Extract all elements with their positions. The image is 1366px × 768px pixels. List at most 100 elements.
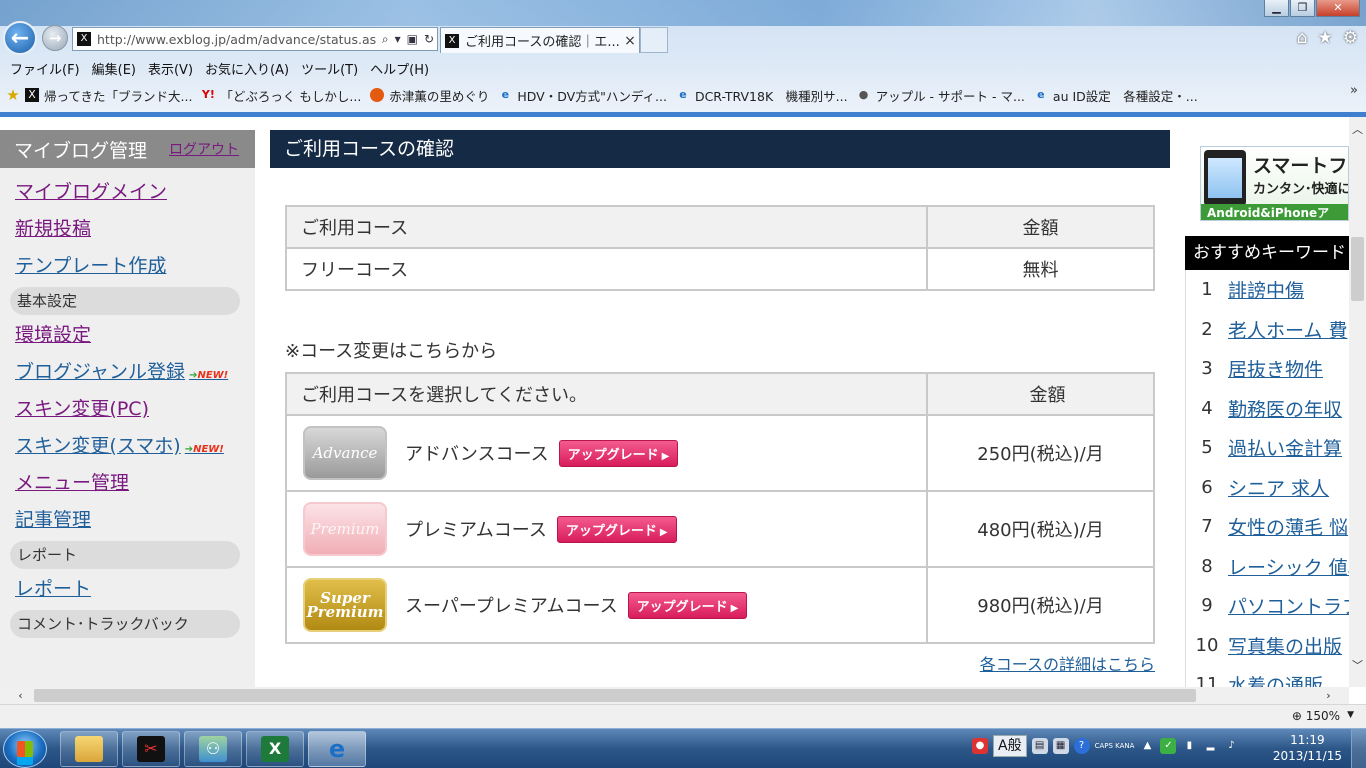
explorer-folder-icon[interactable] [60,731,118,767]
keyword-item[interactable]: 2 老人ホーム 費 [1186,310,1349,350]
dropdown-caret-icon[interactable]: ▾ [392,32,404,46]
keyword-link[interactable]: 老人ホーム 費 [1228,316,1347,343]
zoom-level[interactable]: ⊕ 150% [1292,709,1340,723]
sidebar-item-articles[interactable]: 記事管理 [0,502,255,539]
sidebar-item-skin-smartphone[interactable]: スキン変更(スマホ) ➔NEW! [0,428,255,465]
maximize-button[interactable]: ❐ [1290,0,1315,17]
excel-icon[interactable]: X [246,731,304,767]
favorite-item[interactable]: e HDV・DV方式"ハンディ... [498,86,667,105]
sidebar-item-template[interactable]: テンプレート作成 [0,248,255,285]
ie-icon[interactable]: e [308,731,366,767]
sidebar-item-blog-main[interactable]: マイブログメイン [0,174,255,211]
clock[interactable]: 11:19 2013/11/15 [1273,732,1342,764]
favorite-item[interactable]: Y! 「どぶろっく もしかし... [201,86,361,105]
keyword-link[interactable]: 居抜き物件 [1228,355,1323,382]
upgrade-button-premium[interactable]: アップグレード ▶ [556,515,677,543]
scroll-down-icon[interactable]: ﹀ [1349,657,1366,674]
vertical-scroll-thumb[interactable] [1351,237,1364,301]
keyword-item[interactable]: 11 水着の通販 [1186,665,1349,687]
new-tab-button[interactable] [640,27,668,53]
favorites-more-chevron-icon[interactable]: » [1350,83,1358,98]
scroll-up-icon[interactable]: ︿ [1349,121,1366,138]
keyword-rank: 3 [1201,358,1213,380]
back-button[interactable]: ← [3,21,37,55]
exblog-app-icon[interactable]: ✂ [122,731,180,767]
tab-close-button[interactable]: × [621,33,639,49]
tray-app-icon[interactable]: ✓ [1160,738,1177,754]
keyword-link[interactable]: 女性の薄毛 悩 [1228,513,1348,540]
sidebar-item-menu[interactable]: メニュー管理 [0,465,255,502]
forward-button[interactable]: → [42,25,68,51]
keyword-item[interactable]: 7 女性の薄毛 悩 [1186,507,1349,547]
keyword-link[interactable]: 誹謗中傷 [1228,276,1304,303]
menu-favorites[interactable]: お気に入り(A) [199,55,295,79]
menu-help[interactable]: ヘルプ(H) [364,55,435,79]
keyword-link[interactable]: シニア 求人 [1228,474,1329,501]
menu-file[interactable]: ファイル(F) [4,55,86,79]
help-icon[interactable]: ? [1073,738,1090,754]
favorite-item[interactable]: e DCR-TRV18K 機種別サ... [676,86,847,105]
zoom-dropdown-icon[interactable]: ▼ [1347,710,1354,720]
menu-tools[interactable]: ツール(T) [295,55,364,79]
keyword-link[interactable]: レーシック 値段 [1228,553,1349,580]
keyword-item[interactable]: 10 写真集の出版 [1186,626,1349,666]
favorite-item[interactable]: 赤津薫の里めぐり [370,86,489,105]
ime-indicator[interactable]: A般 [993,735,1027,757]
keyword-link[interactable]: 過払い金計算 [1228,434,1342,461]
ime-pad-icon[interactable]: ▦ [1052,738,1069,754]
network-icon[interactable]: ⚇ [184,731,242,767]
keyword-item[interactable]: 1 誹謗中傷 [1186,270,1349,310]
keyword-item[interactable]: 5 過払い金計算 [1186,428,1349,468]
vertical-scrollbar[interactable]: ︿ ﹀ [1349,117,1366,687]
favorite-item[interactable]: X 帰ってきた「ブランド大... [25,86,192,105]
upgrade-button-super-premium[interactable]: アップグレード ▶ [627,591,748,619]
gear-icon[interactable]: ⚙ [1343,28,1358,48]
sidebar-item-skin-pc[interactable]: スキン変更(PC) [0,391,255,428]
favorite-item[interactable]: ● アップル - サポート - マ... [857,86,1025,105]
desktop-background-strip [0,0,1366,26]
address-bar[interactable]: X http://www.exblog.jp/adm/advance/statu… [72,27,438,51]
address-url[interactable]: http://www.exblog.jp/adm/advance/status.… [97,32,379,47]
sidebar-item-environment[interactable]: 環境設定 [0,317,255,354]
minimize-button[interactable]: ▁ [1264,0,1289,17]
keyword-item[interactable]: 8 レーシック 値段 [1186,547,1349,587]
menu-edit[interactable]: 編集(E) [86,55,142,79]
sidebar-item-genre[interactable]: ブログジャンル登録 ➔NEW! [0,354,255,391]
start-button[interactable] [3,730,47,768]
show-desktop-button[interactable] [1351,729,1366,768]
scroll-left-icon[interactable]: ‹ [12,687,29,704]
search-icon[interactable]: ⌕ [379,32,392,47]
favorite-item[interactable]: e au ID設定 各種設定・... [1034,86,1198,105]
home-icon[interactable]: ⌂ [1297,28,1308,48]
scroll-right-icon[interactable]: › [1320,687,1337,704]
keyword-link[interactable]: 写真集の出版 [1228,632,1342,659]
logout-link[interactable]: ログアウト [169,139,239,159]
close-window-button[interactable]: ✕ [1316,0,1360,17]
add-favorites-star-icon[interactable]: ★ [6,88,20,103]
course-details-link[interactable]: 各コースの詳細はこちら [980,651,1155,675]
security-icon[interactable]: ● [972,738,988,754]
ime-toolbar-icon[interactable]: ▤ [1031,738,1048,754]
signal-icon[interactable]: ▂ [1202,738,1218,754]
keyword-item[interactable]: 3 居抜き物件 [1186,349,1349,389]
keyword-link[interactable]: 水着の通販 [1228,671,1323,687]
compatibility-view-icon[interactable]: ▣ [404,32,421,46]
menu-view[interactable]: 表示(V) [142,55,199,79]
keyword-item[interactable]: 6 シニア 求人 [1186,468,1349,508]
device-icon[interactable]: ▮ [1181,738,1197,754]
keyword-item[interactable]: 9 パソコントラブル [1186,586,1349,626]
refresh-icon[interactable]: ↻ [421,32,437,46]
horizontal-scroll-thumb[interactable] [34,689,1196,702]
horizontal-scrollbar[interactable]: ‹ › [0,687,1349,704]
tab-active[interactable]: X ご利用コースの確認｜エ... × [440,27,640,53]
smartphone-app-banner[interactable]: スマートフォ カンタン･快適に Android&iPhoneア [1200,146,1349,221]
favorites-star-icon[interactable]: ★ [1318,28,1333,48]
keyword-link[interactable]: パソコントラブル [1228,592,1349,619]
sidebar-item-new-post[interactable]: 新規投稿 [0,211,255,248]
keyword-item[interactable]: 4 勤務医の年収 [1186,389,1349,429]
sidebar-item-report[interactable]: レポート [0,571,255,608]
tray-expand-icon[interactable]: ▲ [1139,738,1155,754]
keyword-link[interactable]: 勤務医の年収 [1228,395,1342,422]
volume-icon[interactable]: ♪ [1223,738,1239,754]
upgrade-button-advance[interactable]: アップグレード ▶ [558,439,679,467]
